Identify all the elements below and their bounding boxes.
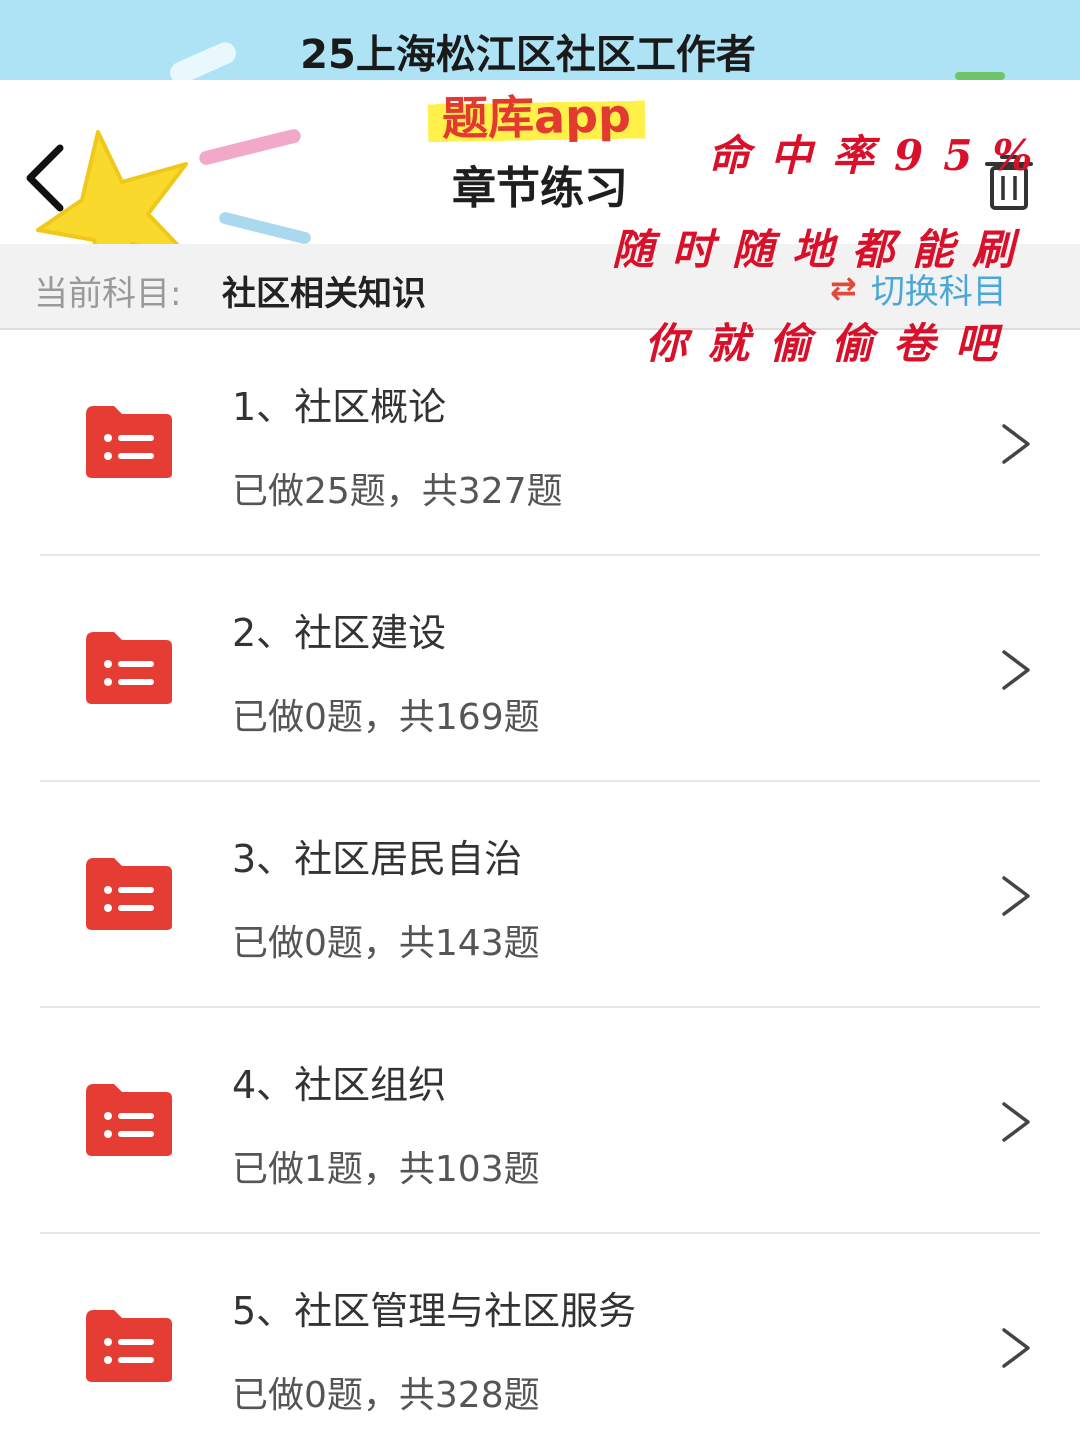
chapter-list: 1、社区概论 已做25题，共327题 2、社区建设 已做0题，共169题 3、社… — [0, 330, 1080, 1440]
chapter-progress: 已做25题，共327题 — [232, 471, 563, 512]
chapter-title: 3、社区居民自治 — [232, 837, 523, 881]
folder-list-icon — [86, 1084, 172, 1156]
chevron-right-icon — [1002, 876, 1030, 916]
top-banner: 25上海松江区社区工作者 — [0, 0, 1080, 88]
chevron-right-icon — [1002, 1102, 1030, 1142]
annotation-anytime: 随时随地都能刷 — [612, 225, 1033, 274]
chevron-right-icon — [1002, 650, 1030, 690]
chapter-row-2[interactable]: 2、社区建设 已做0题，共169题 — [0, 556, 1080, 782]
chapter-progress: 已做0题，共143题 — [232, 923, 540, 964]
chapter-title: 5、社区管理与社区服务 — [232, 1289, 637, 1333]
folder-list-icon — [86, 1310, 172, 1382]
chevron-right-icon — [1002, 1328, 1030, 1368]
folder-list-icon — [86, 858, 172, 930]
chapter-progress: 已做0题，共169题 — [232, 697, 540, 738]
chapter-row-5[interactable]: 5、社区管理与社区服务 已做0题，共328题 — [0, 1234, 1080, 1440]
banner-green-mark — [955, 72, 1005, 80]
chapter-row-4[interactable]: 4、社区组织 已做1题，共103题 — [0, 1008, 1080, 1234]
annotation-hit-rate: 命中率95% — [708, 131, 1053, 180]
chapter-title: 1、社区概论 — [232, 385, 447, 429]
chapter-row-3[interactable]: 3、社区居民自治 已做0题，共143题 — [0, 782, 1080, 1008]
page-title: 章节练习 — [452, 163, 628, 214]
folder-list-icon — [86, 632, 172, 704]
chapter-progress: 已做0题，共328题 — [232, 1375, 540, 1416]
subject-value: 社区相关知识 — [222, 274, 426, 314]
folder-list-icon — [86, 406, 172, 478]
chapter-progress: 已做1题，共103题 — [232, 1149, 540, 1190]
subject-label: 当前科目: — [34, 274, 182, 314]
app-label: 题库app — [427, 86, 646, 148]
chapter-title: 4、社区组织 — [232, 1063, 447, 1107]
banner-title: 25上海松江区社区工作者 — [300, 32, 756, 78]
chapter-row-1[interactable]: 1、社区概论 已做25题，共327题 — [0, 330, 1080, 556]
chapter-title: 2、社区建设 — [232, 611, 447, 655]
chevron-right-icon — [1002, 424, 1030, 464]
